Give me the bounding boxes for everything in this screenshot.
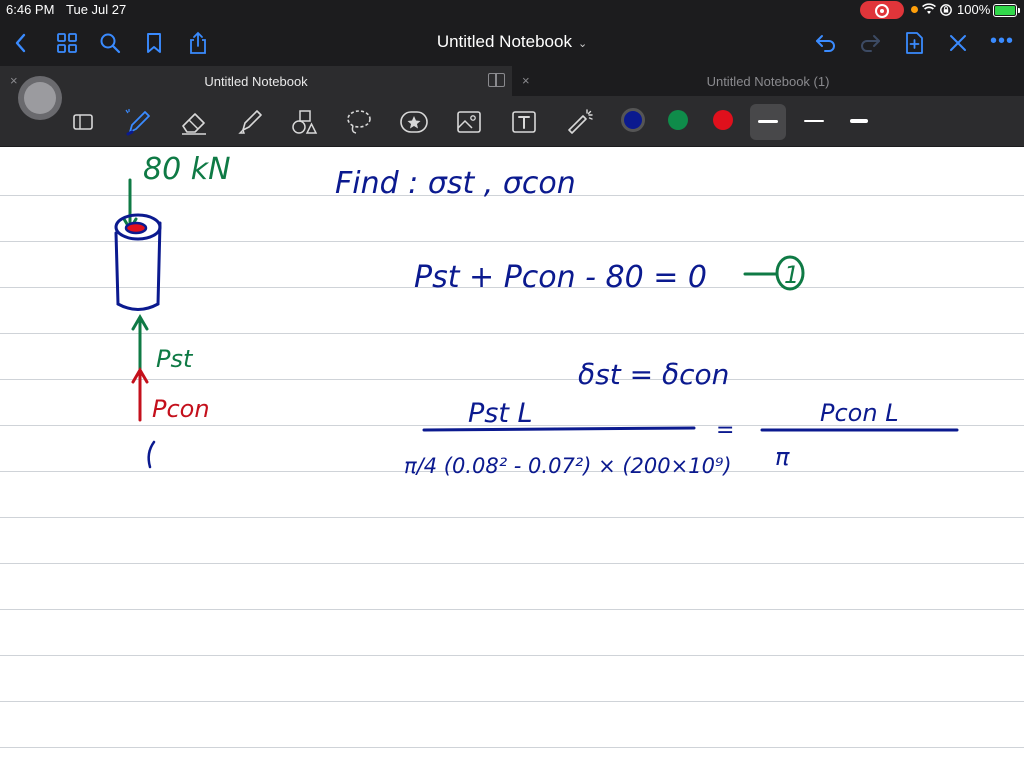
close-edit-icon[interactable]	[945, 30, 971, 56]
color-swatch-green[interactable]	[668, 110, 688, 130]
fraction-left-denominator: π/4 (0.08² - 0.07²) × (200×10⁹)	[404, 454, 732, 478]
tab-bar: Untitled Notebook × Untitled Notebook (1…	[0, 66, 1024, 96]
status-time: 6:46 PM	[6, 2, 55, 17]
reaction-concrete-label: Pcon	[152, 395, 210, 423]
redo-icon[interactable]	[857, 30, 883, 56]
fraction-right-denominator: π	[775, 443, 790, 471]
color-swatch-red[interactable]	[713, 110, 733, 130]
status-bar: 6:46 PM Tue Jul 27 100%	[0, 0, 1024, 20]
laser-pointer-icon[interactable]	[564, 106, 596, 138]
fraction-right-numerator: Pcon L	[820, 399, 899, 427]
tab-close-icon[interactable]: ×	[522, 73, 530, 88]
column-diagram	[114, 178, 162, 469]
equals-sign: =	[716, 418, 734, 443]
more-options-icon[interactable]: •••	[990, 30, 1014, 53]
split-view-icon[interactable]	[488, 73, 505, 87]
reaction-steel-label: Pst	[156, 345, 194, 373]
equation-tag: 1	[784, 261, 799, 289]
notebook-page[interactable]: 80 kN Pst Pcon Find : σst , σcon Pst + P…	[0, 147, 1024, 768]
tab-label: Untitled Notebook	[204, 74, 308, 89]
photo-icon[interactable]	[453, 106, 485, 138]
tab-untitled-notebook[interactable]: Untitled Notebook ×	[0, 66, 512, 96]
notebook-title-text: Untitled Notebook	[436, 32, 572, 51]
drawing-toolbar	[0, 96, 1024, 146]
color-swatch-navy[interactable]	[621, 108, 645, 132]
stroke-medium-button[interactable]	[796, 104, 832, 140]
shapes-icon[interactable]	[288, 106, 320, 138]
fraction-left-numerator: Pst L	[468, 398, 533, 429]
image-icon[interactable]	[68, 106, 100, 138]
pen-icon[interactable]	[122, 106, 154, 138]
eraser-icon[interactable]	[178, 106, 210, 138]
navigation-bar: Untitled Notebook ⌄ •••	[0, 22, 1024, 64]
compatibility-equation: δst = δcon	[578, 358, 729, 391]
tab-untitled-notebook-1[interactable]: Untitled Notebook (1) ×	[512, 66, 1024, 96]
tab-close-icon[interactable]: ×	[10, 73, 18, 88]
record-icon	[875, 4, 889, 18]
chevron-down-icon: ⌄	[577, 38, 588, 50]
force-label: 80 kN	[143, 152, 231, 187]
screen-recording-indicator[interactable]	[860, 1, 904, 19]
wifi-icon	[922, 3, 936, 18]
lasso-icon[interactable]	[343, 106, 375, 138]
battery-percent: 100%	[957, 2, 991, 17]
battery-icon	[993, 4, 1020, 17]
text-icon[interactable]	[508, 106, 540, 138]
rotation-lock-icon	[939, 3, 953, 20]
floating-pencil-button[interactable]	[18, 76, 62, 120]
equilibrium-equation: Pst + Pcon - 80 = 0	[414, 260, 707, 295]
status-date: Tue Jul 27	[66, 2, 127, 17]
undo-icon[interactable]	[813, 30, 839, 56]
add-page-icon[interactable]	[901, 30, 927, 56]
stroke-thick-button[interactable]	[841, 104, 877, 140]
stroke-thin-button[interactable]	[750, 104, 786, 140]
highlighter-icon[interactable]	[234, 106, 266, 138]
microphone-indicator	[911, 6, 918, 13]
tab-label: Untitled Notebook (1)	[706, 74, 830, 89]
sticker-icon[interactable]	[398, 106, 430, 138]
find-line: Find : σst , σcon	[335, 166, 576, 201]
handwritten-notes: 80 kN Pst Pcon Find : σst , σcon Pst + P…	[114, 152, 959, 478]
